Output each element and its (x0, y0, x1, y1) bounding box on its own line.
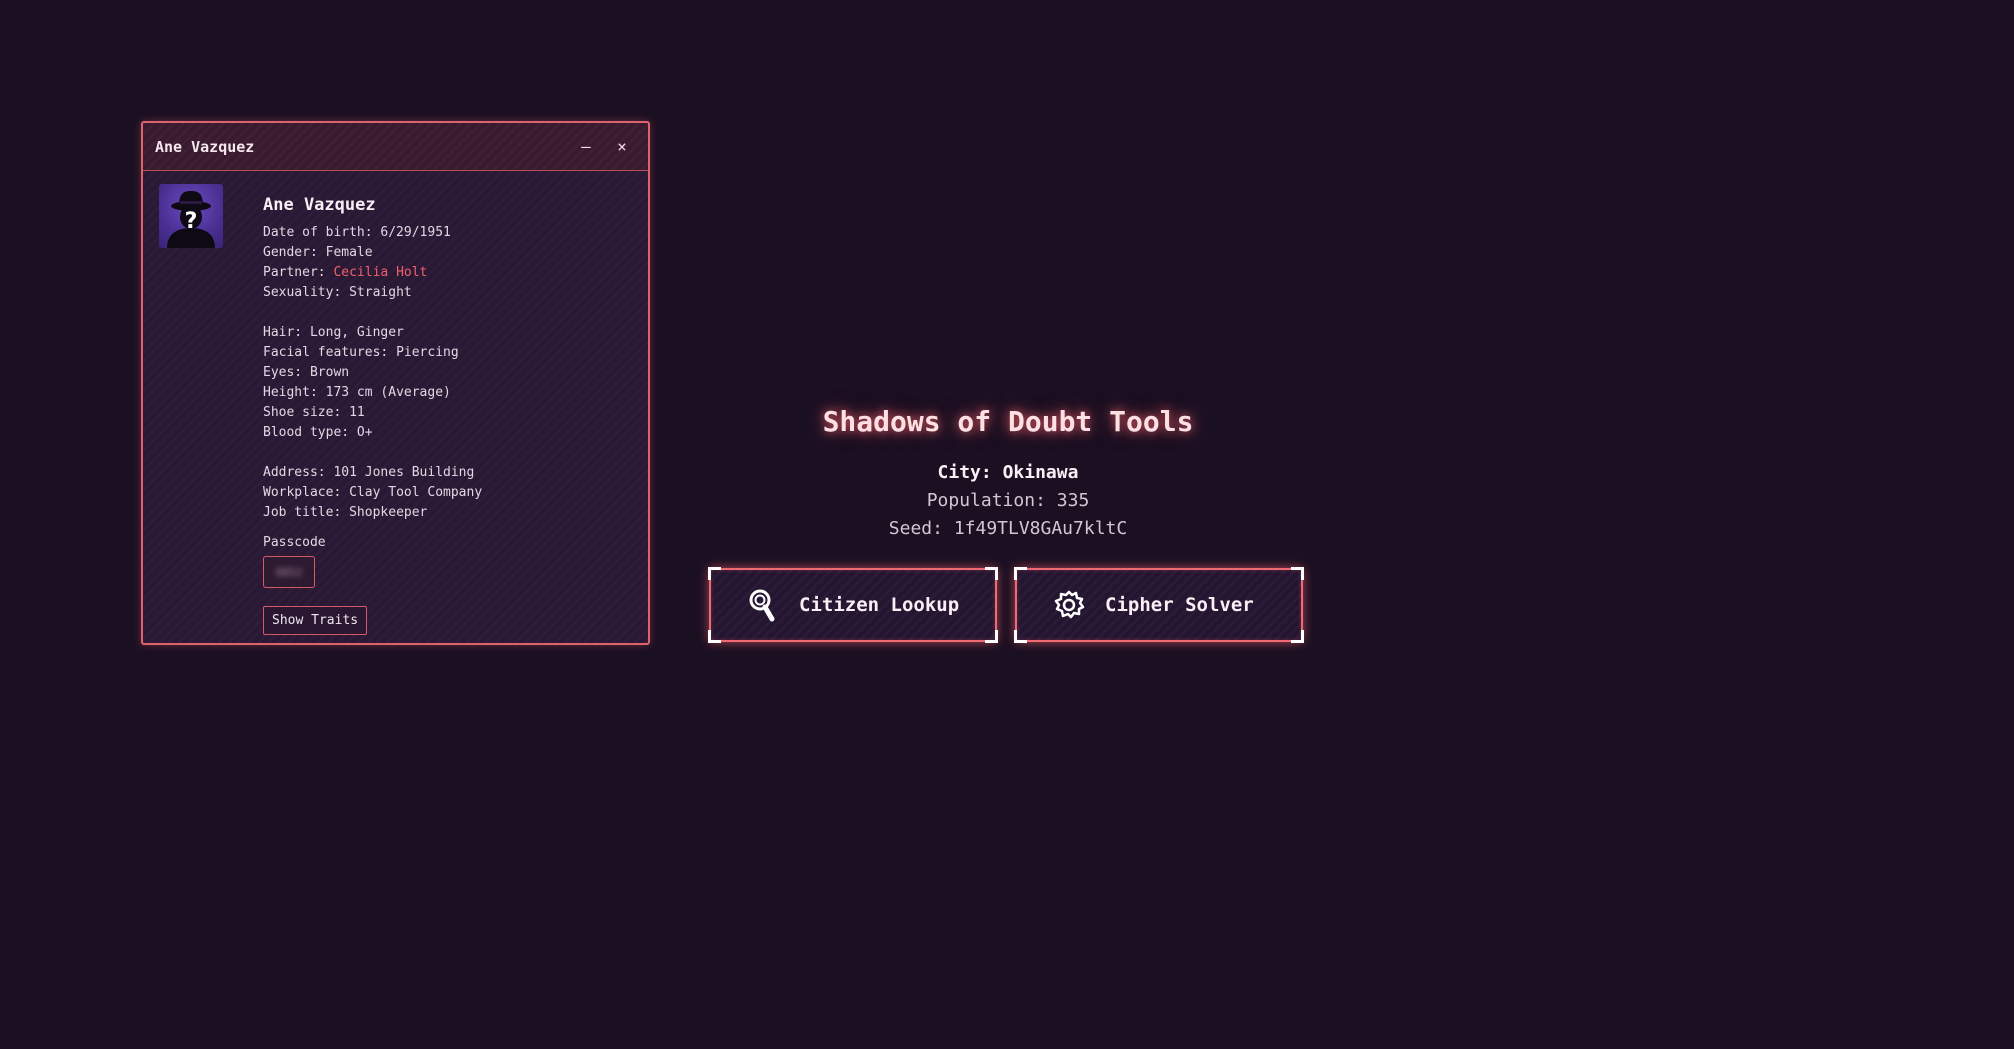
facial-row: Facial features: Piercing (263, 343, 632, 363)
job-value: Shopkeeper (349, 505, 428, 520)
gender-label: Gender: (263, 245, 318, 260)
unknown-person-fedora-icon: ? (159, 184, 223, 248)
avatar-silhouette: ? (167, 191, 215, 248)
page-title: Shadows of Doubt Tools (822, 405, 1194, 438)
city-info: City: Okinawa (708, 462, 1308, 483)
eyes-row: Eyes: Brown (263, 363, 632, 383)
hair-value: Long, Ginger (309, 325, 404, 340)
citizen-lookup-label: Citizen Lookup (799, 594, 960, 616)
magnifier-search-icon (745, 587, 781, 623)
passcode-label: Passcode (263, 535, 326, 550)
minimize-button[interactable]: – (572, 133, 600, 161)
corner-bracket (985, 567, 998, 580)
address-label: Address: (263, 465, 326, 480)
corner-bracket (1291, 630, 1304, 643)
partner-row: Partner: Cecilia Holt (263, 263, 632, 283)
job-row: Job title: Shopkeeper (263, 503, 632, 523)
facial-label: Facial features: (263, 345, 389, 360)
partner-label: Partner: (263, 265, 326, 280)
hair-label: Hair: (263, 325, 303, 340)
close-button[interactable]: × (608, 133, 636, 161)
population-value: 335 (1056, 490, 1090, 511)
dob-row: Date of birth: 6/29/1951 (263, 223, 632, 243)
window-body: ? Ane Vazquez Date of birth: 6/29/1951 G… (143, 171, 648, 647)
seed-value: 1f49TLV8GAu7kltC (953, 518, 1128, 539)
corner-bracket (985, 630, 998, 643)
sexuality-label: Sexuality: (263, 285, 342, 300)
cipher-solver-button[interactable]: Cipher Solver (1014, 567, 1304, 643)
height-label: Height: (263, 385, 318, 400)
address-row: Address: 101 Jones Building (263, 463, 632, 483)
workplace-row: Workplace: Clay Tool Company (263, 483, 632, 503)
dob-value: 6/29/1951 (380, 225, 451, 240)
show-traits-button[interactable]: Show Traits (263, 606, 368, 635)
eyes-value: Brown (309, 365, 350, 380)
cipher-solver-label: Cipher Solver (1105, 594, 1254, 616)
dob-label: Date of birth: (263, 225, 373, 240)
shoe-value: 11 (349, 405, 365, 420)
seed-info: Seed: 1f49TLV8GAu7kltC (708, 518, 1308, 539)
partner-link[interactable]: Cecilia Holt (333, 265, 427, 280)
eyes-label: Eyes: (263, 365, 303, 380)
city-label: City: (937, 462, 992, 483)
passcode-value-hidden: 8852 (275, 565, 303, 579)
citizen-window[interactable]: Ane Vazquez – × ? Ane Vazquez Date of bi… (141, 121, 650, 645)
window-title: Ane Vazquez (155, 137, 255, 156)
citizen-name: Ane Vazquez (263, 195, 376, 215)
window-titlebar[interactable]: Ane Vazquez – × (143, 123, 648, 171)
population-info: Population: 335 (708, 490, 1308, 511)
gender-row: Gender: Female (263, 243, 632, 263)
blood-row: Blood type: O+ (263, 423, 632, 443)
corner-bracket (708, 567, 721, 580)
brain-gear-icon (1051, 587, 1087, 623)
app-page: Ane Vazquez – × ? Ane Vazquez Date of bi… (0, 0, 2014, 1049)
sexuality-row: Sexuality: Straight (263, 283, 632, 303)
hair-row: Hair: Long, Ginger (263, 323, 632, 343)
gender-value: Female (325, 245, 373, 260)
address-value: 101 Jones Building (333, 465, 475, 480)
corner-bracket (1291, 567, 1304, 580)
workplace-value: Clay Tool Company (349, 485, 483, 500)
blood-value: O+ (356, 425, 373, 440)
citizen-lookup-button[interactable]: Citizen Lookup (708, 567, 998, 643)
avatar-question-mark: ? (185, 209, 198, 234)
passcode-reveal[interactable]: 8852 (263, 556, 315, 588)
height-value: 173 cm (Average) (325, 385, 451, 400)
job-label: Job title: (263, 505, 342, 520)
city-value: Okinawa (1002, 462, 1079, 483)
sexuality-value: Straight (349, 285, 412, 300)
seed-label: Seed: (888, 518, 943, 539)
shoe-label: Shoe size: (263, 405, 342, 420)
corner-bracket (1014, 567, 1027, 580)
shoe-row: Shoe size: 11 (263, 403, 632, 423)
corner-bracket (708, 630, 721, 643)
citizen-info: Ane Vazquez Date of birth: 6/29/1951 Gen… (263, 183, 632, 635)
corner-bracket (1014, 630, 1027, 643)
blood-label: Blood type: (263, 425, 350, 440)
height-row: Height: 173 cm (Average) (263, 383, 632, 403)
population-label: Population: (926, 490, 1046, 511)
workplace-label: Workplace: (263, 485, 342, 500)
facial-value: Piercing (396, 345, 459, 360)
